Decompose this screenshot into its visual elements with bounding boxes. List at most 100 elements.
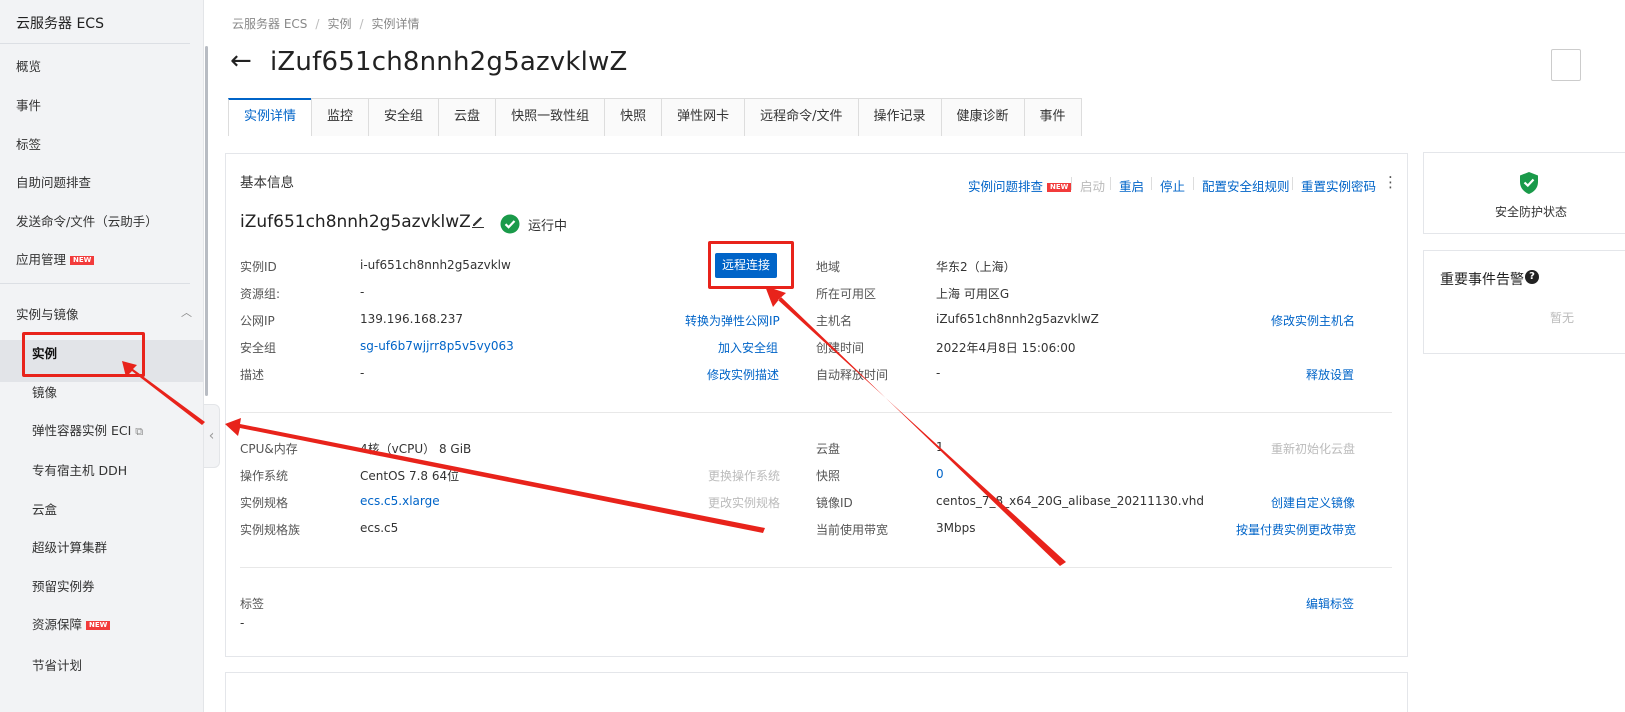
- sidebar: 云服务器 ECS 概览 事件 标签 自助问题排查 发送命令/文件（云助手） 应用…: [0, 0, 204, 712]
- tab-2[interactable]: 安全组: [368, 98, 440, 136]
- divider: [0, 43, 190, 44]
- divider: [240, 412, 1392, 413]
- tags-value: -: [240, 616, 245, 630]
- sidebar-item-self-troubleshoot[interactable]: 自助问题排查: [16, 172, 91, 191]
- field-label: 操作系统: [240, 469, 289, 483]
- divider: [1151, 177, 1152, 190]
- field-value: CentOS 7.8 64位: [360, 469, 460, 483]
- field-label: 云盘: [816, 442, 841, 456]
- field-value: 1: [936, 440, 944, 454]
- join-security-group-link[interactable]: 加入安全组: [718, 339, 778, 356]
- chevron-left-icon: ‹: [208, 428, 215, 444]
- sidebar-item-tags[interactable]: 标签: [16, 134, 41, 153]
- sidebar-item-app-management[interactable]: 应用管理 NEW: [16, 249, 95, 268]
- instance-name: iZuf651ch8nnh2g5azvklwZ: [240, 212, 471, 232]
- help-icon[interactable]: ?: [1525, 270, 1539, 284]
- shield-icon: [1520, 172, 1538, 194]
- snapshot-count-link[interactable]: 0: [936, 467, 944, 481]
- sidebar-title: 云服务器 ECS: [16, 16, 104, 32]
- field-value: 上海 可用区G: [936, 287, 1010, 301]
- action-stop[interactable]: 停止: [1160, 176, 1185, 195]
- field-label: 主机名: [816, 314, 853, 328]
- reinit-disk-link: 重新初始化云盘: [1271, 442, 1356, 456]
- field-value: -: [936, 366, 941, 380]
- sidebar-item-cloud-box[interactable]: 云盒: [32, 499, 57, 518]
- tab-5[interactable]: 快照: [604, 98, 663, 136]
- sidebar-item-scc[interactable]: 超级计算集群: [32, 537, 107, 556]
- section-title: 基本信息: [240, 175, 294, 191]
- field-label: 创建时间: [816, 341, 865, 355]
- field-value: centos_7_8_x64_20G_alibase_20211130.vhd: [936, 494, 1204, 508]
- sidebar-item-images[interactable]: 镜像: [32, 382, 57, 401]
- action-reset-password[interactable]: 重置实例密码: [1301, 176, 1376, 195]
- breadcrumb-instances[interactable]: 实例: [327, 17, 351, 31]
- sidebar-collapse-button[interactable]: ‹: [204, 404, 220, 468]
- divider: [0, 283, 190, 284]
- sidebar-group-instances-images[interactable]: 实例与镜像 ︿: [16, 304, 192, 323]
- sidebar-item-eci[interactable]: 弹性容器实例 ECI ⧉: [32, 420, 143, 439]
- new-badge: NEW: [86, 621, 111, 630]
- back-arrow-icon[interactable]: ←: [230, 46, 252, 76]
- more-actions-icon[interactable]: ⋮: [1383, 173, 1398, 191]
- edit-hostname-link[interactable]: 修改实例主机名: [1271, 312, 1355, 329]
- field-label: 快照: [816, 469, 841, 483]
- sidebar-item-events[interactable]: 事件: [16, 95, 41, 114]
- edit-tags-link[interactable]: 编辑标签: [1306, 595, 1354, 612]
- breadcrumb-current: 实例详情: [371, 17, 420, 31]
- change-bandwidth-link[interactable]: 按量付费实例更改带宽: [1236, 521, 1356, 538]
- divider: [1292, 177, 1293, 190]
- tab-bar: 实例详情 监控 安全组 云盘 快照一致性组 快照 弹性网卡 远程命令/文件 操作记录 健康诊断 事件: [228, 98, 1082, 136]
- edit-icon[interactable]: [471, 214, 485, 228]
- sidebar-item-instances[interactable]: 实例: [32, 343, 57, 362]
- breadcrumb: 云服务器 ECS / 实例 / 实例详情: [232, 17, 420, 31]
- tab-1[interactable]: 监控: [311, 98, 370, 136]
- sidebar-item-resource-assurance[interactable]: 资源保障 NEW: [32, 614, 111, 633]
- sidebar-item-reserved-instances[interactable]: 预留实例券: [32, 576, 95, 595]
- field-label: 当前使用带宽: [816, 523, 889, 537]
- tab-4[interactable]: 快照一致性组: [495, 98, 606, 136]
- tags-label: 标签: [240, 597, 265, 611]
- field-value: i-uf651ch8nnh2g5azvklw: [360, 258, 511, 272]
- create-image-link[interactable]: 创建自定义镜像: [1271, 494, 1355, 511]
- new-badge: NEW: [1047, 183, 1072, 192]
- breadcrumb-ecs[interactable]: 云服务器 ECS: [232, 17, 307, 31]
- action-troubleshoot[interactable]: 实例问题排查 NEW: [968, 176, 1072, 195]
- field-label: 镜像ID: [816, 496, 853, 510]
- status-text: 运行中: [528, 219, 568, 234]
- field-label: 实例规格族: [240, 523, 301, 537]
- action-config-sg-rules[interactable]: 配置安全组规则: [1202, 176, 1290, 195]
- field-value: 华东2（上海）: [936, 260, 1016, 274]
- sidebar-item-ddh[interactable]: 专有宿主机 DDH: [32, 460, 127, 479]
- action-start: 启动: [1080, 179, 1106, 194]
- field-value: ecs.c5: [360, 521, 399, 535]
- release-settings-link[interactable]: 释放设置: [1306, 366, 1354, 383]
- header-action-button[interactable]: [1551, 49, 1581, 81]
- tab-6[interactable]: 弹性网卡: [661, 98, 746, 136]
- tab-9[interactable]: 健康诊断: [940, 98, 1025, 136]
- field-label: 实例规格: [240, 496, 289, 510]
- tab-7[interactable]: 远程命令/文件: [744, 98, 859, 136]
- security-group-link[interactable]: sg-uf6b7wjjrr8p5v5vy063: [360, 339, 514, 353]
- tab-8[interactable]: 操作记录: [857, 98, 942, 136]
- events-empty: 暂无: [1550, 311, 1575, 325]
- sidebar-item-send-command[interactable]: 发送命令/文件（云助手）: [16, 211, 158, 230]
- action-restart[interactable]: 重启: [1119, 176, 1144, 195]
- field-value: 4核（vCPU） 8 GiB: [360, 442, 472, 456]
- change-os-link: 更换操作系统: [708, 469, 781, 483]
- events-title: 重要事件告警: [1440, 272, 1524, 288]
- tab-10[interactable]: 事件: [1023, 98, 1082, 136]
- tab-3[interactable]: 云盘: [438, 98, 497, 136]
- divider: [1110, 177, 1111, 190]
- sidebar-item-overview[interactable]: 概览: [16, 56, 41, 75]
- remote-connect-button[interactable]: 远程连接: [715, 253, 777, 278]
- tab-0[interactable]: 实例详情: [228, 98, 313, 136]
- events-card: [1423, 250, 1625, 354]
- instance-type-link[interactable]: ecs.c5.xlarge: [360, 494, 440, 508]
- field-label: 资源组:: [240, 287, 281, 301]
- edit-description-link[interactable]: 修改实例描述: [707, 366, 779, 383]
- chevron-up-icon: ︿: [181, 306, 192, 319]
- convert-eip-link[interactable]: 转换为弹性公网IP: [685, 312, 780, 329]
- sidebar-scrollbar[interactable]: [205, 46, 208, 396]
- sidebar-item-savings-plan[interactable]: 节省计划: [32, 655, 82, 674]
- external-link-icon: ⧉: [135, 425, 144, 438]
